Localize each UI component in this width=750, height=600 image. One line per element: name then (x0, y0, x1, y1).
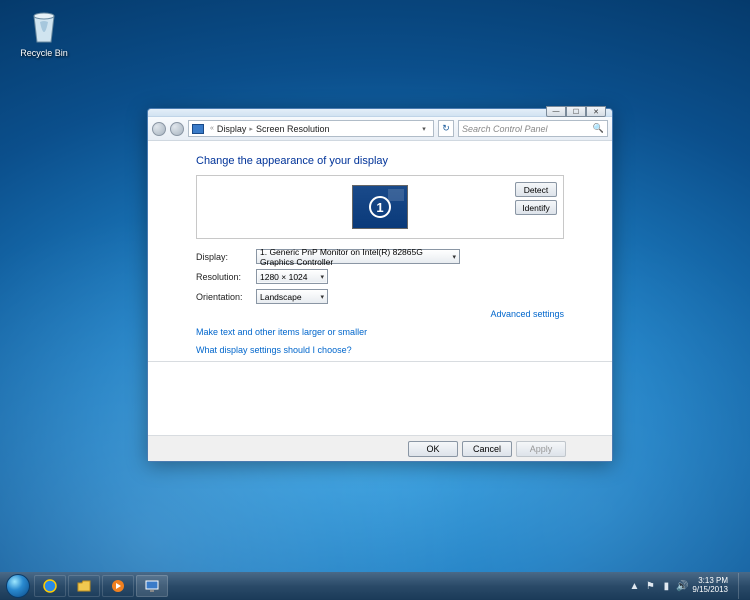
clock[interactable]: 3:13 PM 9/15/2013 (692, 577, 732, 595)
page-heading: Change the appearance of your display (196, 155, 564, 167)
display-select[interactable]: 1. Generic PnP Monitor on Intel(R) 82865… (256, 249, 460, 264)
show-desktop-button[interactable] (738, 573, 746, 599)
navbar: « Display ▸ Screen Resolution ▾ ↻ Search… (148, 117, 612, 141)
ie-icon (42, 578, 58, 594)
divider (148, 361, 612, 362)
search-input[interactable]: Search Control Panel 🔍 (458, 120, 608, 137)
media-player-icon (110, 578, 126, 594)
folder-icon (76, 578, 92, 594)
display-label: Display: (196, 252, 256, 262)
display-icon (192, 124, 204, 134)
close-button[interactable]: ✕ (586, 106, 606, 117)
breadcrumb-screen-resolution[interactable]: Screen Resolution (256, 124, 330, 134)
resolution-select[interactable]: 1280 × 1024 (256, 269, 328, 284)
refresh-button[interactable]: ↻ (438, 120, 454, 137)
tray-overflow-button[interactable]: ▲ (628, 580, 640, 592)
recycle-bin-icon (24, 6, 64, 46)
desktop: Recycle Bin — ☐ ✕ « Display ▸ Screen Res… (0, 0, 750, 600)
chevron-right-icon: ▸ (249, 125, 253, 133)
action-center-icon[interactable]: ⚑ (644, 580, 656, 592)
breadcrumb-chevron: « (210, 125, 214, 132)
orientation-label: Orientation: (196, 292, 256, 302)
forward-button[interactable] (170, 122, 184, 136)
display-preview: 1 Detect Identify (196, 175, 564, 239)
taskbar: ▲ ⚑ ▮ 🔊 3:13 PM 9/15/2013 (0, 572, 750, 600)
breadcrumb-display[interactable]: Display (217, 124, 247, 134)
advanced-settings-link[interactable]: Advanced settings (196, 309, 564, 319)
cancel-button[interactable]: Cancel (462, 441, 512, 457)
breadcrumb[interactable]: « Display ▸ Screen Resolution ▾ (188, 120, 434, 137)
content-area: Change the appearance of your display 1 … (148, 141, 612, 435)
identify-button[interactable]: Identify (515, 200, 557, 215)
network-icon[interactable]: ▮ (660, 580, 672, 592)
orientation-select[interactable]: Landscape (256, 289, 328, 304)
search-icon: 🔍 (593, 123, 604, 134)
monitor-1-thumb[interactable]: 1 (352, 185, 408, 229)
taskbar-explorer[interactable] (68, 575, 100, 597)
taskbar-media[interactable] (102, 575, 134, 597)
apply-button: Apply (516, 441, 566, 457)
system-tray: ▲ ⚑ ▮ 🔊 3:13 PM 9/15/2013 (628, 573, 746, 599)
display-settings-icon (144, 578, 160, 594)
start-button[interactable] (4, 572, 32, 600)
refresh-icon: ↻ (442, 123, 450, 134)
search-placeholder: Search Control Panel (462, 124, 548, 134)
volume-icon[interactable]: 🔊 (676, 580, 688, 592)
minimize-button[interactable]: — (546, 106, 566, 117)
recycle-bin[interactable]: Recycle Bin (12, 6, 76, 58)
back-button[interactable] (152, 122, 166, 136)
detect-button[interactable]: Detect (515, 182, 557, 197)
control-panel-window: — ☐ ✕ « Display ▸ Screen Resolution ▾ ↻ … (147, 108, 613, 462)
help-link[interactable]: What display settings should I choose? (196, 345, 564, 355)
monitor-number: 1 (369, 196, 391, 218)
maximize-button[interactable]: ☐ (566, 106, 586, 117)
recycle-bin-label: Recycle Bin (12, 48, 76, 58)
dialog-footer: OK Cancel Apply (148, 435, 612, 461)
resolution-label: Resolution: (196, 272, 256, 282)
windows-orb-icon (6, 574, 30, 598)
ok-button[interactable]: OK (408, 441, 458, 457)
titlebar[interactable]: — ☐ ✕ (148, 109, 612, 117)
taskbar-ie[interactable] (34, 575, 66, 597)
breadcrumb-dropdown[interactable]: ▾ (418, 125, 430, 133)
clock-date: 9/15/2013 (692, 586, 728, 595)
taskbar-display-settings[interactable] (136, 575, 168, 597)
text-size-link[interactable]: Make text and other items larger or smal… (196, 327, 564, 337)
